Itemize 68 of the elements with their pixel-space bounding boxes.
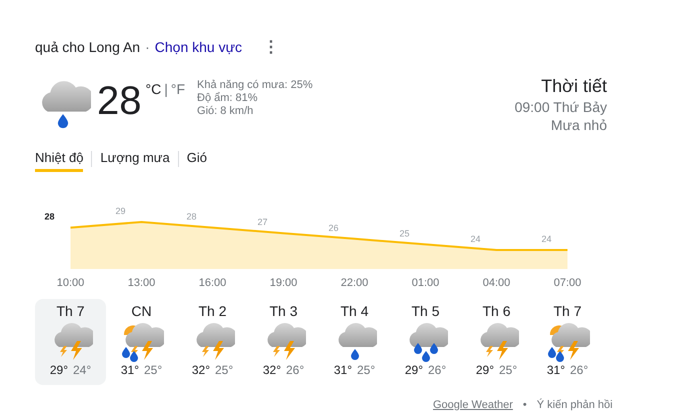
low-temperature: 25° xyxy=(499,363,518,377)
high-temperature: 31° xyxy=(546,363,565,377)
separator: • xyxy=(522,399,527,411)
feedback-link[interactable]: Ý kiến phản hồi xyxy=(536,399,613,411)
value-label: 26 xyxy=(328,222,339,233)
high-temperature: 31° xyxy=(120,363,139,377)
choose-region-link[interactable]: Chọn khu vực xyxy=(154,39,242,55)
day-name: CN xyxy=(131,303,152,319)
time-label: 22:00 xyxy=(340,277,370,289)
high-temperature: 32° xyxy=(192,363,210,377)
weather-detail: Khả năng có mưa: 25% xyxy=(197,79,313,91)
day-forecast[interactable]: Th 4 31° 25° xyxy=(319,299,390,385)
weather-title: Thời tiết xyxy=(541,76,607,97)
day-name: Th 4 xyxy=(340,303,368,319)
day-name: Th 6 xyxy=(482,303,510,319)
time-label: 10:00 xyxy=(56,277,86,289)
day-name: Th 3 xyxy=(269,303,298,319)
low-temperature: 25° xyxy=(357,363,376,377)
high-temperature: 29° xyxy=(404,363,423,377)
weather-detail: Độ ẩm: 81% xyxy=(197,92,259,104)
celsius-toggle[interactable]: °C xyxy=(146,81,162,97)
low-temperature: 25° xyxy=(215,363,234,377)
value-label: 28 xyxy=(186,212,197,222)
value-label: 25 xyxy=(400,228,410,238)
separator: · xyxy=(145,39,150,55)
value-label: 28 xyxy=(44,212,55,222)
low-temperature: 26° xyxy=(428,363,446,377)
unit-separator: | xyxy=(164,81,168,97)
tab[interactable]: Gió xyxy=(186,146,207,172)
day-name: Th 7 xyxy=(56,303,84,319)
day-forecast[interactable]: Th 5 29° 26° xyxy=(390,299,461,385)
high-temperature: 31° xyxy=(334,363,352,377)
tab[interactable]: Nhiệt độ xyxy=(35,146,84,172)
time-label: 13:00 xyxy=(126,277,156,289)
tab[interactable]: Lượng mưa xyxy=(100,146,170,172)
low-temperature: 24° xyxy=(73,363,92,377)
menu-button[interactable]: ⋮ xyxy=(258,37,283,57)
high-temperature: 29° xyxy=(476,363,494,377)
low-temperature: 25° xyxy=(144,363,162,377)
day-forecast[interactable]: CN 31° 25° xyxy=(106,299,177,385)
value-label: 29 xyxy=(116,206,126,216)
weather-detail: Gió: 8 km/h xyxy=(197,105,254,117)
weather-condition: Mưa nhỏ xyxy=(550,117,607,133)
day-name: Th 7 xyxy=(553,303,582,319)
low-temperature: 26° xyxy=(286,363,304,377)
time-label: 16:00 xyxy=(198,277,228,289)
high-temperature: 32° xyxy=(262,363,281,377)
time-label: 19:00 xyxy=(268,277,298,289)
time-label: 07:00 xyxy=(552,277,582,289)
day-name: Th 5 xyxy=(411,303,440,319)
day-forecast[interactable]: Th 6 29° 25° xyxy=(461,299,532,385)
day-forecast[interactable]: Th 2 32° 25° xyxy=(177,299,248,385)
location-text: quả cho Long An xyxy=(35,39,140,55)
day-forecast[interactable]: Th 3 32° 26° xyxy=(248,299,319,385)
value-label: 27 xyxy=(258,217,268,228)
current-temperature: 28 xyxy=(97,79,142,125)
high-temperature: 29° xyxy=(50,363,68,377)
source-link[interactable]: Google Weather xyxy=(433,399,513,411)
day-name: Th 2 xyxy=(198,303,226,319)
time-label: 04:00 xyxy=(482,277,512,289)
time-label: 01:00 xyxy=(410,277,440,289)
value-label: 24 xyxy=(470,234,481,244)
day-forecast[interactable]: Th 7 29° 24° xyxy=(35,299,106,385)
forecast-time: 09:00 Thứ Bảy xyxy=(514,99,607,115)
day-forecast[interactable]: Th 7 31° 26° xyxy=(532,299,603,385)
fahrenheit-toggle[interactable]: °F xyxy=(170,81,186,97)
value-label: 24 xyxy=(542,234,552,244)
low-temperature: 26° xyxy=(570,363,588,377)
